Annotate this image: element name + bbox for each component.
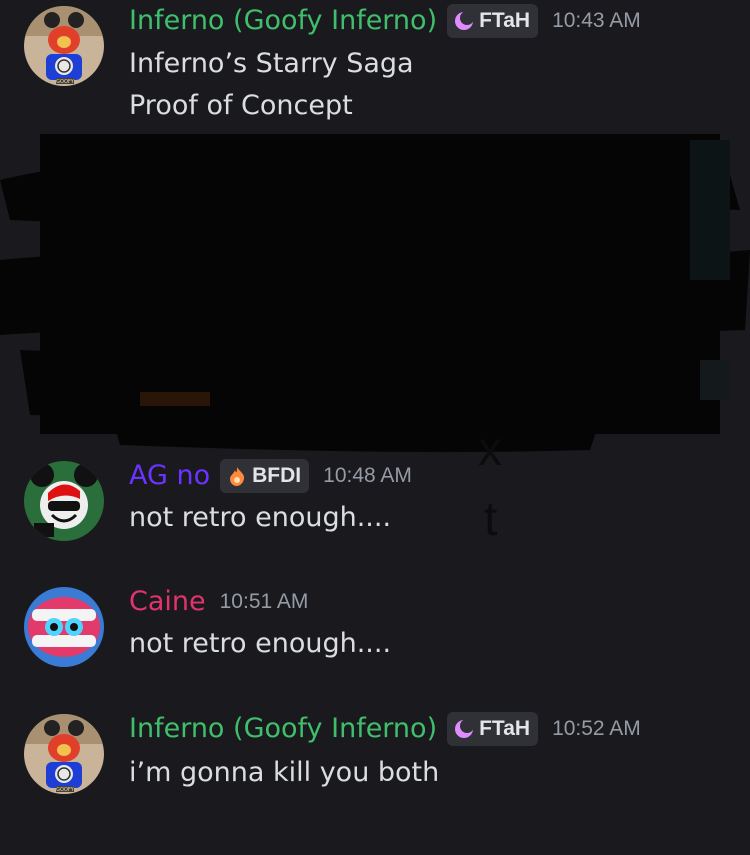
caine-avatar-image	[24, 587, 104, 667]
message-header: Inferno (Goofy Inferno) FTaH 10:43 AM	[129, 4, 641, 38]
inferno-avatar-image: GOOFY	[24, 714, 104, 794]
svg-text:GOOFY: GOOFY	[56, 787, 75, 793]
message-text: not retro enough....	[129, 502, 392, 533]
server-tag[interactable]: BFDI	[220, 459, 310, 493]
username[interactable]: Inferno (Goofy Inferno)	[129, 712, 437, 746]
timestamp[interactable]: 10:52 AM	[552, 717, 641, 741]
avatar-caine[interactable]	[24, 587, 104, 667]
message-4: GOOFY Inferno (Goofy Inferno) FTaH 10:52…	[0, 708, 750, 818]
username[interactable]: Inferno (Goofy Inferno)	[129, 4, 437, 38]
timestamp[interactable]: 10:48 AM	[323, 464, 412, 488]
message-1: GOOFY Inferno (Goofy Inferno) FTaH 10:43…	[0, 0, 750, 125]
message-text: i’m gonna kill you both	[129, 757, 440, 788]
server-tag[interactable]: FTaH	[447, 712, 539, 746]
message-header: Caine 10:51 AM	[129, 585, 308, 619]
flame-icon	[230, 467, 245, 486]
crescent-moon-icon	[455, 11, 475, 30]
svg-text:GOOFY: GOOFY	[56, 79, 75, 85]
timestamp[interactable]: 10:51 AM	[220, 590, 309, 614]
avatar-ag-no[interactable]	[24, 461, 104, 541]
username[interactable]: AG no	[129, 459, 210, 493]
message-2: AG no BFDI 10:48 AM not retro enough....	[0, 455, 750, 565]
avatar-inferno[interactable]: GOOFY	[24, 714, 104, 794]
tag-label: BFDI	[252, 464, 302, 487]
message-header: AG no BFDI 10:48 AM	[129, 459, 412, 493]
ag-no-avatar-image	[24, 461, 104, 541]
message-text: not retro enough....	[129, 628, 392, 659]
tag-label: FTaH	[479, 9, 531, 32]
redacted-image-scribble	[0, 134, 750, 453]
message-3: Caine 10:51 AM not retro enough....	[0, 583, 750, 693]
avatar-inferno[interactable]: GOOFY	[24, 6, 104, 86]
inferno-avatar-image: GOOFY	[24, 6, 104, 86]
message-text: Inferno’s Starry Saga	[129, 48, 414, 79]
server-tag[interactable]: FTaH	[447, 4, 539, 38]
tag-label: FTaH	[479, 717, 531, 740]
username[interactable]: Caine	[129, 585, 206, 619]
message-header: Inferno (Goofy Inferno) FTaH 10:52 AM	[129, 712, 641, 746]
crescent-moon-icon	[455, 719, 475, 738]
timestamp[interactable]: 10:43 AM	[552, 9, 641, 33]
